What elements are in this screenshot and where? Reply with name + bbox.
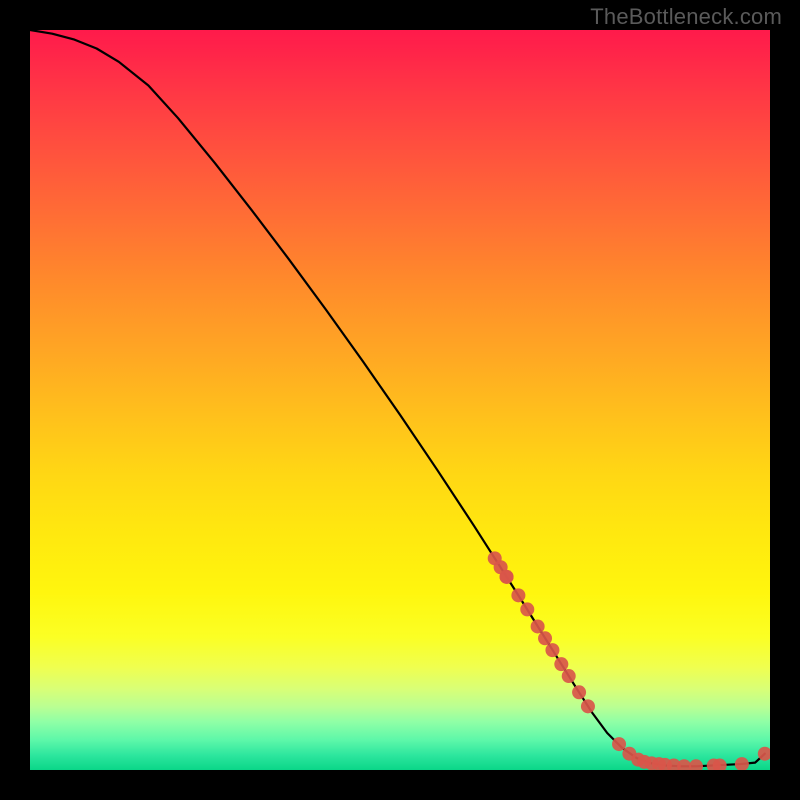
data-point xyxy=(538,631,552,645)
data-point xyxy=(545,643,559,657)
data-point xyxy=(562,669,576,683)
data-point xyxy=(520,602,534,616)
bottleneck-curve xyxy=(30,30,765,766)
chart-svg xyxy=(30,30,770,770)
data-point xyxy=(689,759,703,770)
watermark-text: TheBottleneck.com xyxy=(590,4,782,30)
plot-area xyxy=(30,30,770,770)
data-point xyxy=(612,737,626,751)
data-point xyxy=(677,759,691,770)
data-markers xyxy=(488,551,770,770)
data-point xyxy=(511,588,525,602)
data-point xyxy=(581,699,595,713)
data-point xyxy=(554,657,568,671)
data-point xyxy=(531,619,545,633)
data-point xyxy=(500,570,514,584)
chart-container: TheBottleneck.com xyxy=(0,0,800,800)
data-point xyxy=(735,757,749,770)
data-point xyxy=(572,685,586,699)
